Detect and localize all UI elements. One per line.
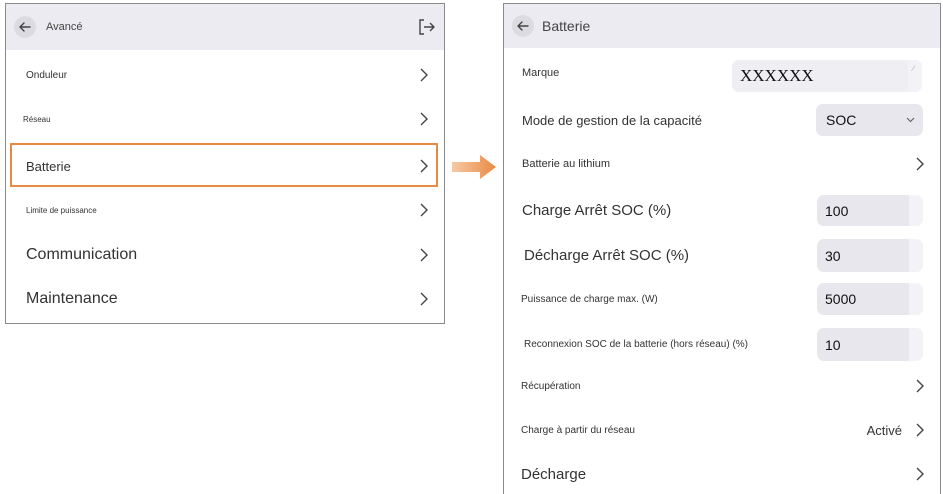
grid-charge-item[interactable]: Charge à partir du réseau Activé xyxy=(504,410,940,450)
page-title: Batterie xyxy=(542,18,591,34)
chevron-right-icon xyxy=(419,203,428,217)
reconnect-soc-value: 10 xyxy=(825,336,841,353)
brand-value: XXXXXX xyxy=(740,66,814,85)
back-arrow-icon xyxy=(19,22,31,32)
capacity-mode-label: Mode de gestion de la capacité xyxy=(522,112,702,128)
chevron-right-icon xyxy=(915,467,924,481)
capacity-mode-select[interactable]: SOC xyxy=(816,104,923,136)
menu-item-maintenance[interactable]: Maintenance xyxy=(6,277,444,321)
chevron-right-icon xyxy=(419,68,428,82)
menu-item-label: Onduleur xyxy=(26,69,68,81)
menu-item-limite-puissance[interactable]: Limite de puissance xyxy=(6,190,444,230)
charge-stop-soc-label: Charge Arrêt SOC (%) xyxy=(522,201,672,219)
reconnect-soc-input[interactable]: 10 xyxy=(817,328,923,361)
back-arrow-icon xyxy=(517,21,529,31)
chevron-right-icon xyxy=(915,379,924,393)
page-title: Avancé xyxy=(46,21,83,33)
discharge-item[interactable]: Décharge xyxy=(504,454,940,494)
charge-stop-soc-row: Charge Arrêt SOC (%) 100 xyxy=(504,190,940,230)
logout-icon xyxy=(419,19,435,35)
header-bar: Avancé xyxy=(6,4,444,50)
chevron-right-icon xyxy=(915,423,924,437)
menu-item-reseau[interactable]: Réseau xyxy=(6,99,444,139)
recovery-item[interactable]: Récupération xyxy=(504,366,940,406)
grid-charge-status: Activé xyxy=(866,422,902,438)
chevron-right-icon xyxy=(419,292,428,306)
discharge-stop-soc-value: 30 xyxy=(825,247,841,264)
grid-charge-label: Charge à partir du réseau xyxy=(521,424,635,436)
menu-item-label: Communication xyxy=(26,246,138,263)
lithium-battery-item[interactable]: Batterie au lithium xyxy=(504,144,940,184)
menu-item-label: Maintenance xyxy=(26,290,118,307)
recovery-label: Récupération xyxy=(521,380,581,392)
reconnect-soc-label: Reconnexion SOC de la batterie (hors rés… xyxy=(524,338,748,350)
batterie-highlight-box xyxy=(10,143,438,187)
capacity-mode-row: Mode de gestion de la capacité SOC xyxy=(504,100,940,140)
chevron-right-icon xyxy=(419,112,428,126)
chevron-down-icon xyxy=(906,117,915,123)
max-charge-power-label: Puissance de charge max. (W) xyxy=(521,293,658,305)
lithium-battery-label: Batterie au lithium xyxy=(522,158,611,170)
chevron-right-icon xyxy=(915,157,924,171)
discharge-label: Décharge xyxy=(521,465,587,483)
arrow-right-icon xyxy=(452,155,496,179)
battery-settings-panel: Batterie Marque XXXXXX ⁄ Mode de gestion … xyxy=(503,3,941,494)
discharge-stop-soc-row: Décharge Arrêt SOC (%) 30 xyxy=(504,234,940,276)
brand-label: Marque xyxy=(522,66,560,79)
max-charge-power-row: Puissance de charge max. (W) 5000 xyxy=(504,279,940,319)
back-button[interactable] xyxy=(14,16,36,38)
menu-item-onduleur[interactable]: Onduleur xyxy=(6,55,444,95)
back-button[interactable] xyxy=(512,15,534,37)
brand-field[interactable]: XXXXXX ⁄ xyxy=(732,60,922,92)
menu-item-label: Limite de puissance xyxy=(26,205,97,215)
menu-item-communication[interactable]: Communication xyxy=(6,233,444,277)
max-charge-power-value: 5000 xyxy=(825,291,857,307)
reconnect-soc-row: Reconnexion SOC de la batterie (hors rés… xyxy=(504,324,940,364)
charge-stop-soc-input[interactable]: 100 xyxy=(817,195,923,226)
chevron-right-icon xyxy=(419,248,428,262)
resize-grip-icon: ⁄ xyxy=(912,64,914,73)
max-charge-power-input[interactable]: 5000 xyxy=(817,283,923,315)
brand-row: Marque XXXXXX ⁄ xyxy=(504,56,940,92)
charge-stop-soc-value: 100 xyxy=(825,202,849,219)
menu-item-label: Réseau xyxy=(23,114,51,124)
discharge-stop-soc-label: Décharge Arrêt SOC (%) xyxy=(524,246,690,264)
header-bar: Batterie xyxy=(504,4,940,48)
capacity-mode-value: SOC xyxy=(826,112,857,128)
logout-button[interactable] xyxy=(416,17,436,37)
discharge-stop-soc-input[interactable]: 30 xyxy=(817,239,923,272)
